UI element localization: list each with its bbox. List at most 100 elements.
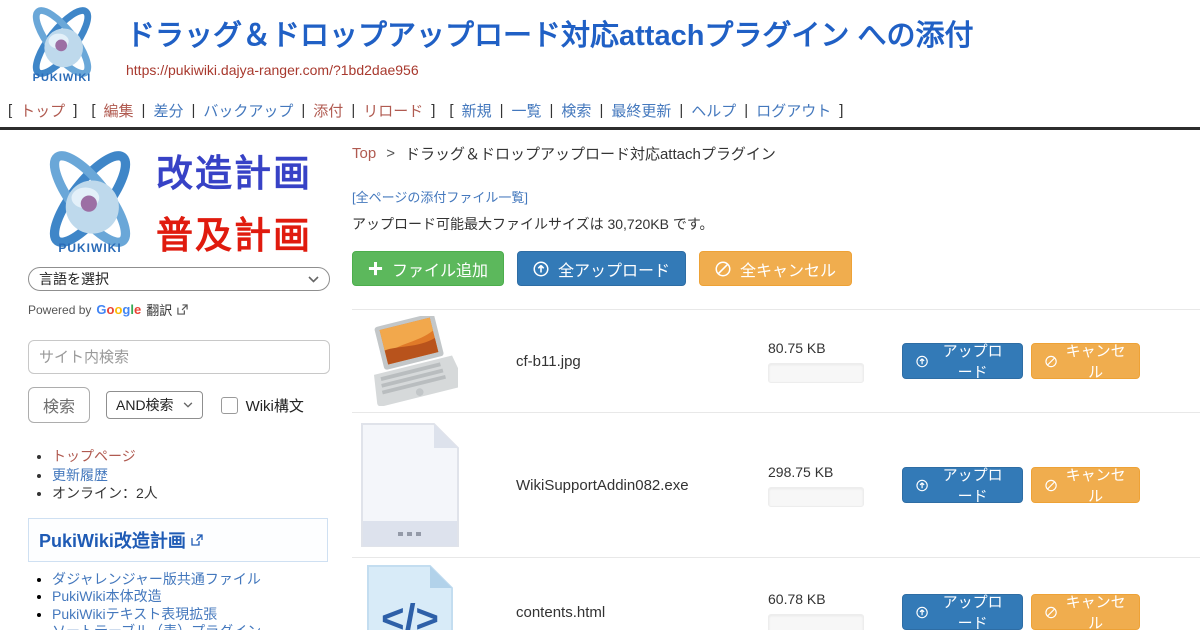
search-button[interactable]: 検索 [28, 387, 90, 423]
nav-link-reload[interactable]: リロード [363, 100, 423, 121]
wiki-syntax-checkbox[interactable] [221, 397, 238, 414]
sidebar-link-core-mods[interactable]: PukiWiki本体改造 [52, 588, 162, 604]
upload-all-button[interactable]: 全アップロード [517, 251, 686, 286]
upload-file-button[interactable]: アップロード [902, 343, 1023, 379]
nav-link-help[interactable]: ヘルプ [691, 100, 736, 121]
nav-link-top[interactable]: トップ [20, 100, 65, 121]
upload-file-button[interactable]: アップロード [902, 594, 1023, 630]
file-meta: 60.78 KB [768, 591, 888, 630]
list-item: 更新履歴 [52, 467, 334, 484]
google-translate-attribution: Powered by Google 翻訳 [28, 300, 334, 319]
laptop-photo-thumbnail [358, 316, 462, 406]
upload-file-label: アップロード [936, 464, 1009, 506]
ban-circle-icon [1045, 478, 1057, 493]
bracket: [ [8, 102, 12, 119]
search-mode-value: AND検索 [116, 395, 174, 415]
search-controls-row: 検索 AND検索 Wiki構文 [28, 387, 334, 423]
sidebar-banner-link[interactable]: PUKIWIKI 改造計画 普及計画 [28, 143, 334, 259]
language-select-value: 言語を選択 [39, 269, 109, 289]
file-row: </> contents.html 60.78 KB アップロード [352, 558, 1200, 630]
pipe: | [599, 102, 603, 119]
bracket: ] [839, 102, 843, 119]
pipe: | [142, 102, 146, 119]
ban-circle-icon [1045, 354, 1057, 369]
plus-icon [368, 261, 383, 276]
upload-progress-bar [768, 363, 864, 383]
ban-circle-icon [715, 261, 731, 277]
site-search-input[interactable] [28, 340, 330, 374]
nav-link-backup[interactable]: バックアップ [203, 100, 293, 121]
search-mode-select[interactable]: AND検索 [106, 391, 203, 419]
language-select[interactable]: 言語を選択 [28, 267, 330, 291]
upload-all-label: 全アップロード [558, 257, 670, 281]
file-meta: 298.75 KB [768, 464, 888, 507]
upload-file-button[interactable]: アップロード [902, 467, 1023, 503]
nav-group-page-actions: [ 編集 | 差分 | バックアップ | 添付 | リロード ] [91, 100, 435, 121]
list-item: PukiWiki本体改造 [52, 588, 334, 605]
sidebar-link-sort-table[interactable]: ソートテーブル（表）プラグイン [52, 623, 261, 630]
nav-link-edit[interactable]: 編集 [104, 100, 134, 121]
circle-arrow-up-icon [916, 478, 928, 493]
file-row-buttons: アップロード キャンセル [888, 594, 1140, 630]
file-size: 60.78 KB [768, 591, 888, 607]
nav-link-new[interactable]: 新規 [462, 100, 492, 121]
bracket: [ [449, 102, 453, 119]
sidebar-quick-links: トップページ 更新履歴 オンライン：2人 [28, 448, 334, 502]
nav-link-diff[interactable]: 差分 [153, 100, 183, 121]
logo-caption: PUKIWIKI [33, 72, 92, 84]
cancel-file-button[interactable]: キャンセル [1031, 467, 1140, 503]
nav-link-attach[interactable]: 添付 [313, 100, 343, 121]
main-content: Top > ドラッグ＆ドロップアップロード対応attachプラグイン [全ページ… [346, 130, 1200, 630]
header-text: ドラッグ＆ドロップアップロード対応attachプラグイン への添付 https:… [126, 20, 973, 78]
banner-line-kaizou: 改造計画 [156, 143, 312, 197]
max-upload-size-text: アップロード可能最大ファイルサイズは 30,720KB です。 [352, 214, 1200, 234]
add-files-button[interactable]: ファイル追加 [352, 251, 504, 286]
breadcrumb: Top > ドラッグ＆ドロップアップロード対応attachプラグイン [352, 143, 1200, 164]
pipe: | [351, 102, 355, 119]
cancel-all-button[interactable]: 全キャンセル [699, 251, 852, 286]
upload-file-label: アップロード [936, 340, 1009, 382]
wiki-syntax-label: Wiki構文 [246, 395, 304, 416]
upload-file-list: cf-b11.jpg 80.75 KB アップロード [352, 309, 1200, 630]
sidebar: PUKIWIKI 改造計画 普及計画 言語を選択 Powered by Goog… [0, 130, 346, 630]
nav-group-site-actions: [ 新規 | 一覧 | 検索 | 最終更新 | ヘルプ | ログアウト ] [449, 100, 843, 121]
top-navbar: [ トップ ] [ 編集 | 差分 | バックアップ | 添付 | リロード ]… [0, 96, 1200, 127]
sidebar-link-top-page[interactable]: トップページ [52, 448, 136, 464]
list-item: ダジャレンジャー版共通ファイル [52, 571, 334, 588]
cancel-file-label: キャンセル [1065, 591, 1126, 630]
page-header: PUKIWIKI ドラッグ＆ドロップアップロード対応attachプラグイン への… [0, 0, 1200, 96]
bracket: ] [73, 102, 77, 119]
chevron-down-icon [183, 402, 193, 408]
cancel-file-button[interactable]: キャンセル [1031, 343, 1140, 379]
cancel-all-label: 全キャンセル [740, 257, 836, 281]
breadcrumb-top-link[interactable]: Top [352, 145, 376, 162]
upload-toolbar: ファイル追加 全アップロード 全キャンセル [352, 251, 1200, 286]
pipe: | [301, 102, 305, 119]
site-logo[interactable]: PUKIWIKI [16, 4, 108, 84]
sidebar-heading-pukiwiki-kaizou[interactable]: PukiWiki改造計画 [28, 518, 328, 562]
nav-link-recent[interactable]: 最終更新 [611, 100, 671, 121]
sidebar-link-text-extensions[interactable]: PukiWikiテキスト表現拡張 [52, 606, 217, 622]
upload-progress-bar [768, 487, 864, 507]
sidebar-link-common-files[interactable]: ダジャレンジャー版共通ファイル [52, 571, 261, 587]
translate-link[interactable]: 翻訳 [146, 300, 172, 319]
file-name: WikiSupportAddin082.exe [462, 477, 768, 494]
cancel-file-button[interactable]: キャンセル [1031, 594, 1140, 630]
page-url-link[interactable]: https://pukiwiki.dajya-ranger.com/?1bd2d… [126, 62, 973, 78]
html-file-icon: </> [358, 564, 462, 630]
generic-file-icon [358, 422, 462, 548]
all-attachments-link[interactable]: [全ページの添付ファイル一覧] [352, 187, 528, 206]
external-link-icon [191, 534, 203, 546]
sidebar-link-recent-changes[interactable]: 更新履歴 [52, 467, 108, 483]
bracket: ] [431, 102, 435, 119]
nav-link-search[interactable]: 検索 [561, 100, 591, 121]
breadcrumb-separator: > [386, 145, 395, 162]
pipe: | [744, 102, 748, 119]
nav-link-list[interactable]: 一覧 [512, 100, 542, 121]
nav-link-logout[interactable]: ログアウト [756, 100, 831, 121]
list-item: PukiWikiテキスト表現拡張 [52, 606, 334, 623]
file-row: WikiSupportAddin082.exe 298.75 KB アップロード [352, 413, 1200, 558]
bracket: [ [91, 102, 95, 119]
cancel-file-label: キャンセル [1065, 340, 1126, 382]
file-name: cf-b11.jpg [462, 353, 768, 370]
